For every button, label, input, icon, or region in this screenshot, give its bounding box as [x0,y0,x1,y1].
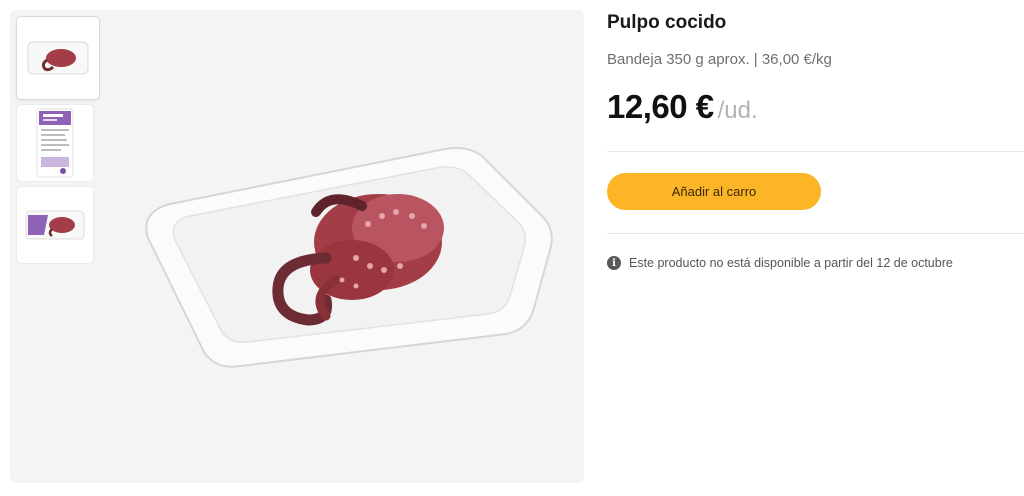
divider-bottom [607,233,1024,234]
thumbnail-2[interactable] [17,105,93,181]
product-title: Pulpo cocido [607,12,727,33]
product-main-image [145,147,553,368]
availability-notice: i Este producto no está disponible a par… [607,256,953,270]
info-icon: i [607,256,621,270]
thumbnail-3[interactable] [17,187,93,263]
product-gallery [10,10,584,483]
product-subtitle: Bandeja 350 g aprox. | 36,00 €/kg [607,51,832,68]
octopus-tray-thumbnail [27,41,89,75]
thumbnail-list [17,17,99,263]
package-with-label-thumbnail [25,210,85,240]
thumbnail-1[interactable] [17,17,99,99]
price-row: 12,60 €/ud. [607,88,758,126]
availability-notice-text: Este producto no está disponible a parti… [629,256,953,270]
product-price: 12,60 € [607,88,714,125]
package-label-thumbnail [36,108,74,178]
add-to-cart-button[interactable]: Añadir al carro [607,173,821,210]
price-unit: /ud. [717,97,758,124]
divider-top [607,151,1024,152]
